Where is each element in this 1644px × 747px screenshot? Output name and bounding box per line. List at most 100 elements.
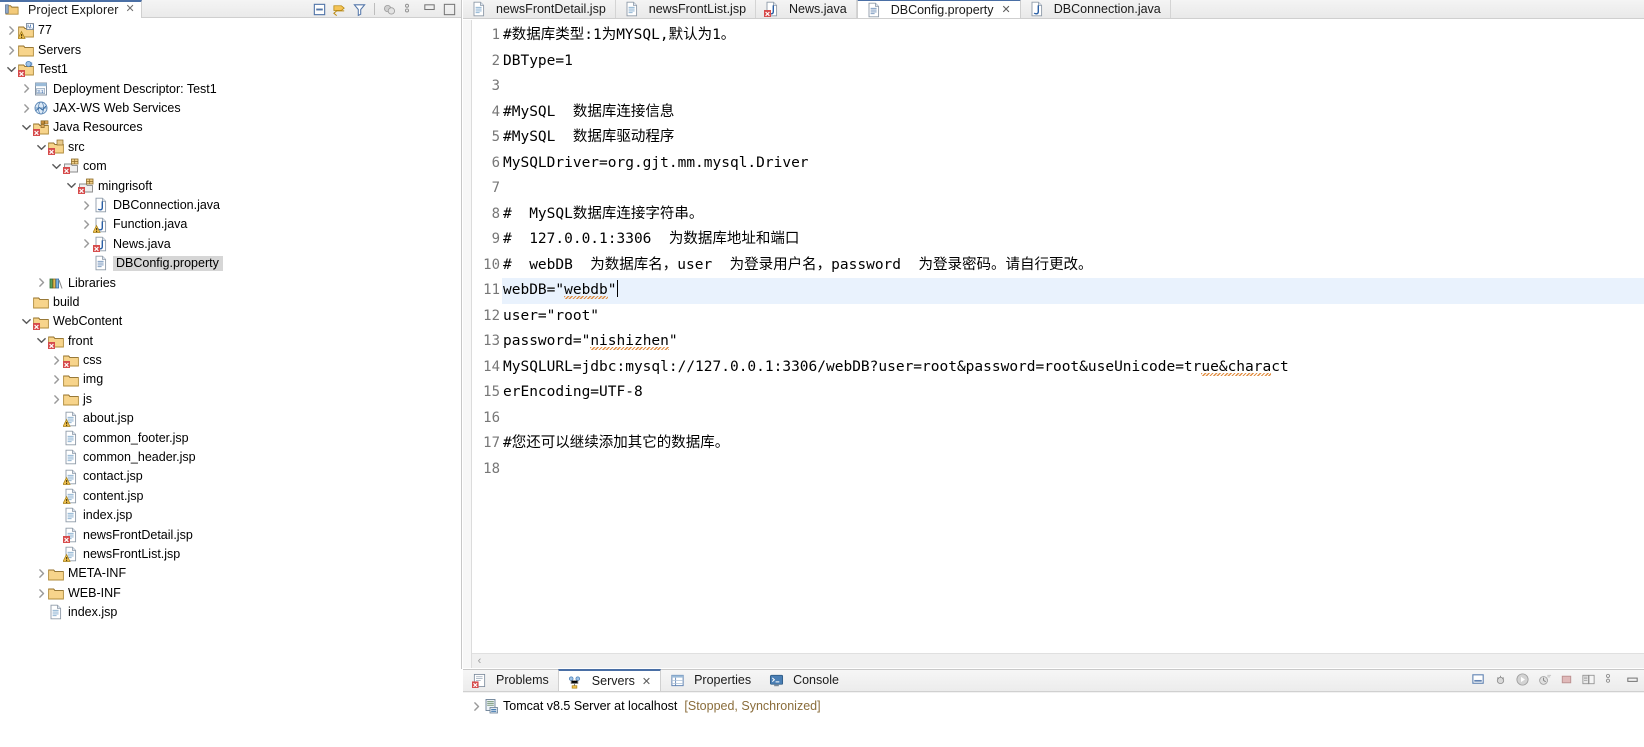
editor-horizontal-scrollbar[interactable]: ‹ xyxy=(472,653,1644,668)
chevron-right-icon[interactable] xyxy=(49,392,63,406)
code-line[interactable]: # webDB 为数据库名，user 为登录用户名，password 为登录密码… xyxy=(502,253,1644,279)
editor-source-text[interactable]: #数据库类型:1为MYSQL,默认为1。 DBType=1 #MySQL 数据库连接… xyxy=(502,20,1644,668)
tree-item-contact-jsp[interactable]: contact.jsp xyxy=(0,467,461,486)
editor-tab-news-java[interactable]: News.java xyxy=(756,0,857,18)
chevron-down-icon[interactable] xyxy=(19,315,33,329)
tree-item-dbconnection-java[interactable]: DBConnection.java xyxy=(0,196,461,215)
close-icon[interactable]: ✕ xyxy=(1002,3,1011,16)
chevron-right-icon[interactable] xyxy=(469,699,483,713)
tree-item-jax-ws-web-services[interactable]: JAX-WS Web Services xyxy=(0,99,461,118)
tree-item-index-jsp[interactable]: index.jsp xyxy=(0,506,461,525)
tree-item-servers[interactable]: Servers xyxy=(0,40,461,59)
editor-tab-dbconfig-property[interactable]: DBConfig.property ✕ xyxy=(856,0,1021,18)
tree-item-img[interactable]: img xyxy=(0,370,461,389)
profile-icon[interactable] xyxy=(1537,672,1552,687)
tree-item-function-java[interactable]: Function.java xyxy=(0,215,461,234)
view-icon[interactable] xyxy=(382,2,397,17)
view-menu-icon[interactable] xyxy=(402,2,417,17)
chevron-right-icon[interactable] xyxy=(19,82,33,96)
text-editor[interactable]: 1 2 3 4 5 6 7 8 9 10 11 12 13 14 15 16 17 18 #数据库类型:1为MYS… xyxy=(463,20,1644,668)
code-line[interactable]: DBType=1 xyxy=(502,49,1644,75)
new-server-icon[interactable] xyxy=(1471,672,1486,687)
code-line[interactable]: #MySQL 数据库连接信息 xyxy=(502,100,1644,126)
tree-item-test1[interactable]: J Test1 xyxy=(0,60,461,79)
tree-item-news-java[interactable]: News.java xyxy=(0,234,461,253)
tree-item-libraries[interactable]: Libraries xyxy=(0,273,461,292)
chevron-right-icon[interactable] xyxy=(79,237,93,251)
collapse-all-icon[interactable] xyxy=(312,2,327,17)
tree-item-css[interactable]: css xyxy=(0,351,461,370)
tree-item-common-header-jsp[interactable]: common_header.jsp xyxy=(0,448,461,467)
close-icon[interactable]: ✕ xyxy=(642,675,651,688)
tree-item-mingrisoft[interactable]: mingrisoft xyxy=(0,176,461,195)
code-line[interactable]: erEncoding=UTF-8 xyxy=(502,380,1644,406)
editor-tab-newsfrontdetail-jsp[interactable]: newsFrontDetail.jsp xyxy=(463,0,616,18)
publish-icon[interactable] xyxy=(1581,672,1596,687)
tree-item-web-inf[interactable]: WEB-INF xyxy=(0,583,461,602)
project-tree[interactable]: MJ 77 Servers J Test1 3.1 Deployment Descripto… xyxy=(0,19,461,747)
editor-tab-dbconnection-java[interactable]: DBConnection.java xyxy=(1021,0,1171,18)
server-row[interactable]: Tomcat v8.5 Server at localhost [Stopped,… xyxy=(463,696,1644,716)
chevron-right-icon[interactable] xyxy=(79,198,93,212)
minimize-icon[interactable] xyxy=(1625,672,1640,687)
tree-item-webcontent[interactable]: WebContent xyxy=(0,312,461,331)
code-line[interactable]: password="nishizhen" xyxy=(502,329,1644,355)
tree-item-front[interactable]: front xyxy=(0,331,461,350)
editor-marker-bar[interactable] xyxy=(463,20,472,668)
tree-item-newsfrontlist-jsp[interactable]: newsFrontList.jsp xyxy=(0,545,461,564)
code-line[interactable] xyxy=(502,406,1644,432)
bottom-tab-problems[interactable]: Problems xyxy=(463,669,558,691)
code-line[interactable]: #您还可以继续添加其它的数据库。 xyxy=(502,431,1644,457)
chevron-down-icon[interactable] xyxy=(34,140,48,154)
chevron-right-icon[interactable] xyxy=(34,276,48,290)
tree-item-src[interactable]: src xyxy=(0,137,461,156)
chevron-right-icon[interactable] xyxy=(49,353,63,367)
code-line[interactable] xyxy=(502,176,1644,202)
tree-item-com[interactable]: com xyxy=(0,157,461,176)
chevron-down-icon[interactable] xyxy=(19,121,33,135)
code-line[interactable]: MySQLURL=jdbc:mysql://127.0.0.1:3306/web… xyxy=(502,355,1644,381)
chevron-right-icon[interactable] xyxy=(34,567,48,581)
scroll-left-icon[interactable]: ‹ xyxy=(472,655,487,667)
code-line[interactable]: user="root" xyxy=(502,304,1644,330)
chevron-right-icon[interactable] xyxy=(19,101,33,115)
minimize-icon[interactable] xyxy=(422,2,437,17)
bottom-tab-properties[interactable]: Properties xyxy=(661,669,760,691)
code-line[interactable] xyxy=(502,457,1644,483)
maximize-icon[interactable] xyxy=(442,2,457,17)
filter-icon[interactable] xyxy=(352,2,367,17)
chevron-right-icon[interactable] xyxy=(4,24,18,38)
servers-list[interactable]: Tomcat v8.5 Server at localhost [Stopped,… xyxy=(463,693,1644,747)
code-line[interactable] xyxy=(502,74,1644,100)
bottom-tab-servers[interactable]: Servers ✕ xyxy=(557,669,662,691)
tree-item-meta-inf[interactable]: META-INF xyxy=(0,564,461,583)
editor-tab-newsfrontlist-jsp[interactable]: newsFrontList.jsp xyxy=(616,0,757,18)
code-line[interactable]: #数据库类型:1为MYSQL,默认为1。 xyxy=(502,23,1644,49)
chevron-down-icon[interactable] xyxy=(64,179,78,193)
chevron-right-icon[interactable] xyxy=(4,43,18,57)
chevron-right-icon[interactable] xyxy=(49,373,63,387)
tree-item-newsfrontdetail-jsp[interactable]: newsFrontDetail.jsp xyxy=(0,525,461,544)
chevron-down-icon[interactable] xyxy=(49,159,63,173)
debug-icon[interactable] xyxy=(1493,672,1508,687)
chevron-down-icon[interactable] xyxy=(34,334,48,348)
chevron-right-icon[interactable] xyxy=(79,218,93,232)
stop-icon[interactable] xyxy=(1559,672,1574,687)
tree-item-java-resources[interactable]: Java Resources xyxy=(0,118,461,137)
tree-item-index-jsp[interactable]: index.jsp xyxy=(0,603,461,622)
view-menu-icon[interactable] xyxy=(1603,672,1618,687)
code-line[interactable]: # MySQL数据库连接字符串。 xyxy=(502,202,1644,228)
tree-item-js[interactable]: js xyxy=(0,389,461,408)
tab-project-explorer[interactable]: Project Explorer ✕ xyxy=(0,0,142,18)
code-line[interactable]: # 127.0.0.1:3306 为数据库地址和端口 xyxy=(502,227,1644,253)
start-icon[interactable] xyxy=(1515,672,1530,687)
tree-item-about-jsp[interactable]: about.jsp xyxy=(0,409,461,428)
tree-item-77[interactable]: MJ 77 xyxy=(0,21,461,40)
tree-item-content-jsp[interactable]: content.jsp xyxy=(0,486,461,505)
chevron-right-icon[interactable] xyxy=(34,586,48,600)
link-with-editor-icon[interactable] xyxy=(332,2,347,17)
code-line[interactable]: MySQLDriver=org.gjt.mm.mysql.Driver xyxy=(502,151,1644,177)
tree-item-deployment-descriptor-test1[interactable]: 3.1 Deployment Descriptor: Test1 xyxy=(0,79,461,98)
close-icon[interactable]: ✕ xyxy=(126,4,135,15)
tree-item-dbconfig-property[interactable]: DBConfig.property xyxy=(0,254,461,273)
